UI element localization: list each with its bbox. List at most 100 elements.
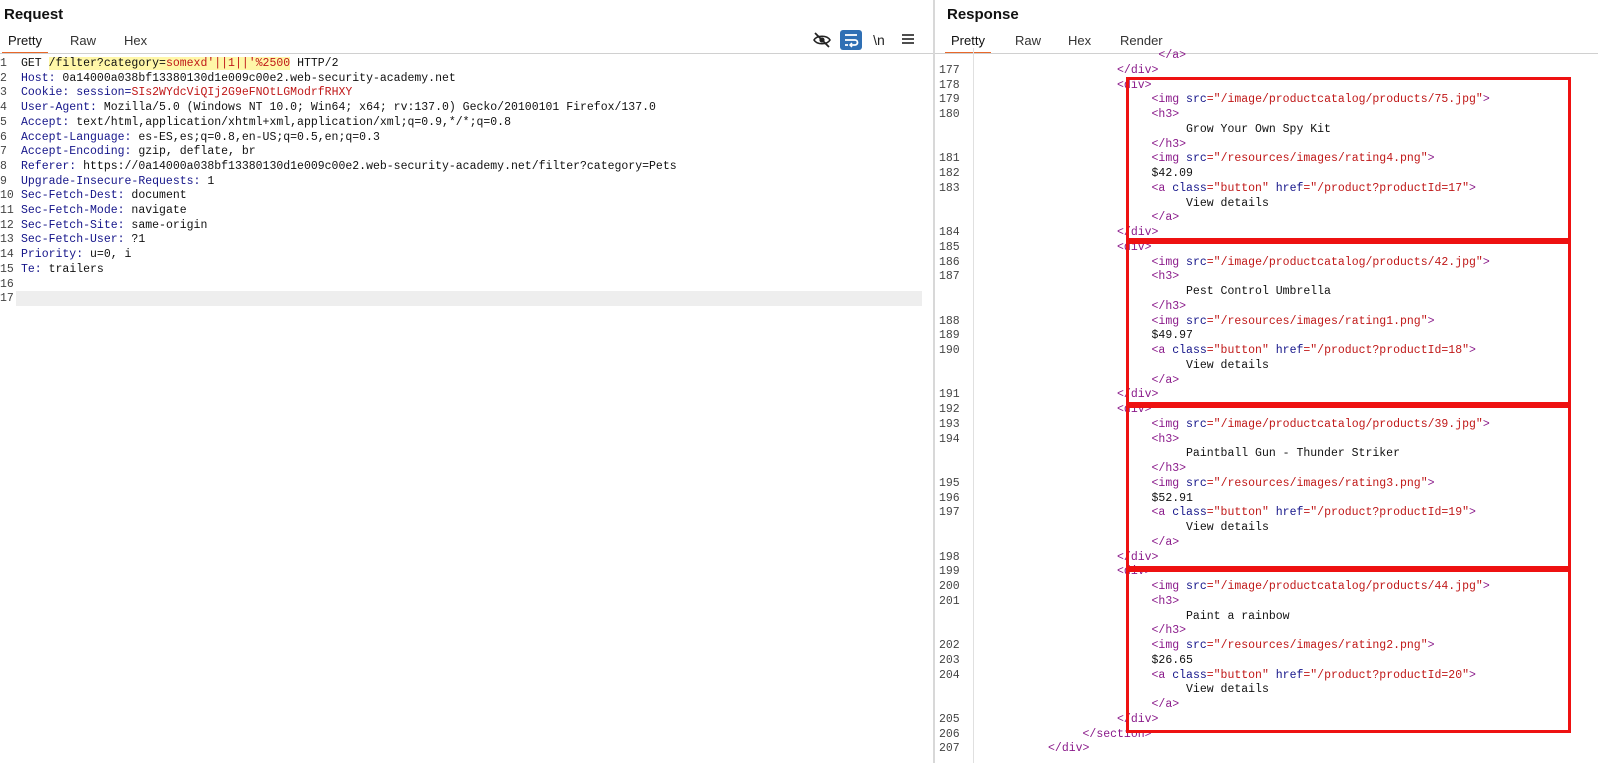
code-line[interactable]: 6 Accept-Language: es-ES,es;q=0.8,en-US;q…	[0, 130, 933, 145]
code-line[interactable]: 2 Host: 0a14000a038bf13380130d1e009c00e2.…	[0, 71, 933, 86]
line-number: 10	[0, 189, 14, 203]
hamburger-menu-icon[interactable]	[897, 30, 919, 50]
code-token: navigate	[124, 204, 187, 217]
line-number: 13	[0, 233, 14, 247]
code-token: 1	[200, 174, 215, 188]
line-text: Sec-Fetch-Site: same-origin	[21, 218, 207, 233]
line-number: 204	[939, 668, 960, 682]
code-token: GET	[21, 57, 49, 70]
code-line[interactable]: 3 Cookie: session=SIs2WYdcViQIj2G9eFNOtLG…	[0, 85, 933, 100]
code-token: document	[124, 189, 187, 203]
line-number: 178	[939, 78, 960, 92]
wrap-lines-icon[interactable]	[840, 30, 862, 50]
line-number: 14	[0, 248, 14, 262]
line-number: 177	[939, 63, 960, 77]
code-token: /filter?category=	[48, 57, 166, 70]
code-token: 0a14000a038bf13380130d1e009c00e2.web-sec…	[55, 71, 456, 85]
code-line[interactable]: 1 GET /filter?category=somexd'||1||'%2500…	[0, 56, 933, 71]
line-number: 192	[939, 403, 960, 416]
code-line[interactable]: 15 Te: trailers	[0, 262, 933, 277]
code-line[interactable]: 8 Referer: https://0a14000a038bf13380130d…	[0, 159, 933, 174]
line-text: Host: 0a14000a038bf13380130d1e009c00e2.w…	[21, 71, 456, 86]
code-token: Sec-Fetch-User:	[21, 233, 125, 247]
code-line[interactable]: 11 Sec-Fetch-Mode: navigate	[0, 203, 933, 218]
code-line[interactable]: 5 Accept: text/html,application/xhtml+xml…	[0, 115, 933, 130]
line-number: 180	[939, 108, 960, 121]
line-text: GET /filter?category=somexd'||1||'%2500 …	[21, 56, 338, 71]
code-line[interactable]: 207 </div>	[935, 741, 1598, 756]
code-line[interactable]: 12 Sec-Fetch-Site: same-origin	[0, 218, 933, 233]
line-text: Accept: text/html,application/xhtml+xml,…	[21, 115, 511, 130]
code-line[interactable]: 7 Accept-Encoding: gzip, deflate, br	[0, 144, 933, 159]
line-number: 205	[939, 712, 960, 726]
code-line[interactable]: 17	[0, 291, 933, 306]
code-token: </div>	[979, 742, 1090, 756]
line-number: 184	[939, 226, 960, 239]
code-token: Sec-Fetch-Site:	[21, 218, 125, 232]
request-tab-raw[interactable]: Raw	[70, 33, 96, 53]
code-token: </div>	[979, 63, 1159, 77]
line-number: 193	[939, 417, 960, 431]
highlight-box-product-20	[1126, 569, 1571, 733]
line-number: 11	[0, 204, 14, 217]
request-tab-hex[interactable]: Hex	[124, 33, 147, 53]
code-token: Host:	[21, 71, 56, 85]
code-line[interactable]: 4 User-Agent: Mozilla/5.0 (Windows NT 10.…	[0, 100, 933, 115]
code-line[interactable]: 16	[0, 277, 933, 292]
code-token: https://0a14000a038bf13380130d1e009c00e2…	[76, 159, 677, 173]
code-line[interactable]: 177 </div>	[935, 63, 1598, 78]
response-title: Response	[947, 6, 1019, 23]
code-token: Cookie:	[21, 86, 70, 100]
code-token: es-ES,es;q=0.8,en-US;q=0.5,en;q=0.3	[131, 130, 380, 144]
code-token: SIs2WYdcViQIj2G9eFNOtLGModrfRHXY	[131, 86, 353, 100]
code-token: User-Agent:	[21, 101, 97, 115]
line-number: 194	[939, 432, 960, 446]
line-number: 206	[939, 727, 960, 741]
request-tab-pretty[interactable]: Pretty	[2, 33, 48, 54]
line-text: Upgrade-Insecure-Requests: 1	[21, 174, 214, 189]
line-number: 189	[939, 329, 960, 343]
code-line[interactable]: 14 Priority: u=0, i	[0, 247, 933, 262]
highlight-box-product-18	[1126, 241, 1571, 405]
code-line[interactable]: </a>	[935, 48, 1598, 63]
line-number: 8	[0, 159, 7, 173]
code-token: Accept:	[21, 115, 70, 129]
code-token: Accept-Encoding:	[21, 145, 132, 159]
line-number: 4	[0, 101, 7, 115]
line-number: 186	[939, 255, 960, 269]
code-token: Priority:	[21, 248, 84, 262]
request-pane: Request Pretty Raw Hex \n 1 GET /filter?c…	[0, 0, 933, 763]
line-number: 17	[0, 292, 14, 306]
line-number: 179	[939, 93, 960, 107]
code-token: trailers	[41, 262, 104, 276]
code-token: ?1	[124, 233, 146, 247]
line-text: User-Agent: Mozilla/5.0 (Windows NT 10.0…	[21, 100, 656, 115]
eye-slash-icon[interactable]	[811, 30, 833, 50]
line-text: Referer: https://0a14000a038bf13380130d1…	[21, 159, 677, 174]
line-number: 191	[939, 388, 960, 402]
code-token: Upgrade-Insecure-Requests:	[21, 174, 201, 188]
line-number: 12	[0, 218, 14, 232]
line-text: Accept-Language: es-ES,es;q=0.8,en-US;q=…	[21, 130, 380, 145]
line-text: </div>	[979, 63, 1158, 78]
highlight-box-product-17	[1126, 77, 1571, 241]
line-number: 9	[0, 174, 7, 188]
response-pane: Response Pretty Raw Hex Render </a> 177 <…	[935, 0, 1598, 763]
line-number: 185	[939, 240, 960, 254]
request-title: Request	[4, 6, 64, 23]
code-line[interactable]: 10 Sec-Fetch-Dest: document	[0, 188, 933, 203]
line-number: 187	[939, 270, 960, 284]
line-number: 195	[939, 476, 960, 490]
newline-toggle-button[interactable]: \n	[868, 30, 890, 50]
line-number: 198	[939, 550, 960, 564]
code-token: HTTP/2	[290, 57, 339, 70]
line-number: 207	[939, 742, 960, 756]
highlight-box-product-19	[1126, 405, 1571, 569]
code-line[interactable]: 13 Sec-Fetch-User: ?1	[0, 232, 933, 247]
code-token: session=	[69, 86, 132, 100]
code-line[interactable]: 9 Upgrade-Insecure-Requests: 1	[0, 174, 933, 189]
line-text: Sec-Fetch-Dest: document	[21, 188, 187, 203]
code-token: </	[979, 49, 1173, 62]
line-number: 1	[0, 57, 7, 70]
line-text: </div>	[979, 741, 1089, 756]
